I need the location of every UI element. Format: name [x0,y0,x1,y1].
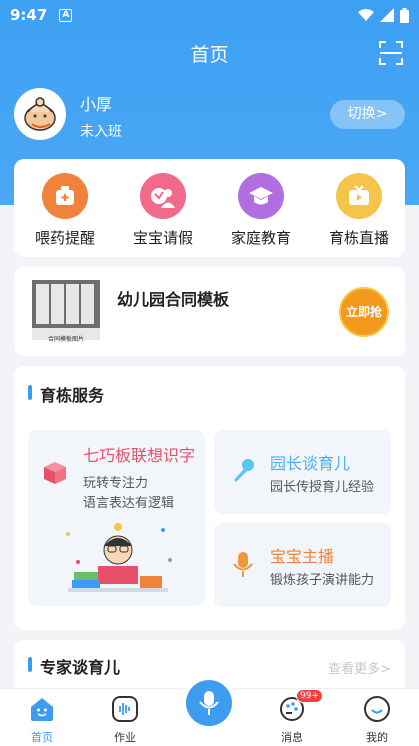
section-title: 专家谈育儿 [28,654,120,678]
tv-live-icon [336,173,382,219]
graduation-cap-icon [238,173,284,219]
page-title: 首页 [190,44,229,66]
service-subtitle: 锻炼孩子演讲能力 [270,573,375,588]
quick-action-family-education[interactable]: 家庭教育 [216,173,306,248]
user-class-status: 未入班 [80,124,122,140]
microphone-icon [234,459,254,482]
wifi-icon [358,9,374,21]
quick-action-live[interactable]: 育栋直播 [314,173,404,248]
scan-icon[interactable] [379,41,403,65]
quick-action-label: 育栋直播 [328,229,389,247]
profile-icon [364,696,390,722]
quick-action-leave[interactable]: 宝宝请假 [118,173,208,248]
promo-title: 幼儿园合同模板 [117,290,230,309]
status-bar: 9:47 A [0,0,419,30]
service-baby-host[interactable]: 宝宝主播 锻炼孩子演讲能力 [214,523,391,607]
homework-icon [112,696,138,722]
quick-action-label: 宝宝请假 [132,229,193,247]
services-card: 育栋服务 七巧板联想识字 玩转专注力 语言表达有逻辑 园长谈育儿 园长传授育儿经… [14,366,405,630]
tab-label: 首页 [31,731,53,744]
cube-icon [44,462,66,484]
service-subtitle: 语言表达有逻辑 [83,496,175,511]
voice-input-button[interactable] [186,680,232,726]
battery-icon [400,7,409,23]
tab-label: 我的 [366,731,388,744]
switch-button[interactable]: 切换> [330,100,405,129]
service-principal-talk[interactable]: 园长谈育儿 园长传授育儿经验 [214,430,391,514]
service-tangram[interactable]: 七巧板联想识字 玩转专注力 语言表达有逻辑 [28,430,205,606]
tab-messages[interactable]: 99+ 消息 [262,689,323,745]
view-more-link[interactable]: 查看更多> [328,658,391,677]
service-title: 宝宝主播 [270,547,335,566]
medicine-kit-icon [42,173,88,219]
messages-badge: 99+ [296,689,323,703]
notification-icon: A [59,8,73,22]
service-title: 七巧板联想识字 [83,446,196,465]
kid-reading-illustration [66,523,172,592]
leave-request-icon [140,173,186,219]
contract-template-card[interactable]: 合同模板图片 幼儿园合同模板 立即抢 [14,267,405,356]
quick-actions-card: 喂药提醒 宝宝请假 家庭教育 育栋直播 [14,159,405,257]
quick-action-medicine-reminder[interactable]: 喂药提醒 [20,173,110,248]
status-time: 9:47 [10,6,48,24]
avatar[interactable] [14,88,66,140]
service-subtitle: 园长传授育儿经验 [270,480,375,495]
section-title: 育栋服务 [28,382,104,406]
quick-action-label: 喂药提醒 [34,229,95,247]
service-title: 园长谈育儿 [270,454,351,473]
quick-action-label: 家庭教育 [230,229,291,247]
home-icon [31,698,53,721]
microphone-icon [199,691,219,715]
contract-thumbnail: 合同模板图片 [32,280,100,343]
buy-now-badge[interactable]: 立即抢 [339,287,389,337]
podcast-mic-icon [233,552,253,577]
thumbnail-caption: 合同模板图片 [47,336,84,343]
signal-icon [380,8,394,22]
tab-home[interactable]: 首页 [12,695,72,745]
tab-mine[interactable]: 我的 [347,695,407,745]
tab-label: 消息 [281,731,303,744]
tab-homework[interactable]: 作业 [95,695,155,745]
user-name: 小厚 [80,95,113,114]
service-subtitle: 玩转专注力 [83,476,149,491]
tab-label: 作业 [114,731,136,744]
